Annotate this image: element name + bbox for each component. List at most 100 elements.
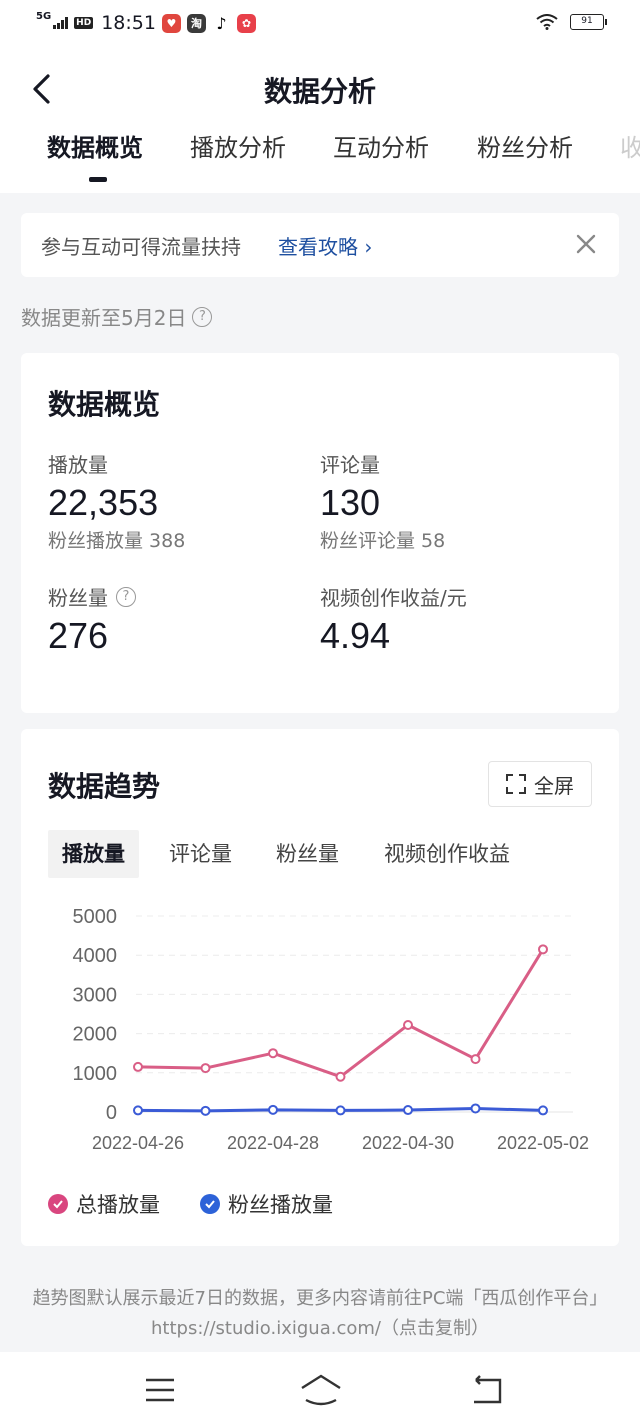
legend-item-fan-plays[interactable]: 粉丝播放量 (200, 1189, 333, 1219)
metric-value: 130 (320, 482, 381, 523)
metric-sub: 粉丝评论量 58 (320, 530, 446, 552)
metric-value: 4.94 (320, 615, 391, 656)
metric-label-text: 粉丝量 (48, 586, 108, 610)
trend-chart: 0 1000 2000 3000 4000 5000 2022-04-26 2022-04-2… (73, 906, 590, 1153)
metric-sub: 粉丝播放量 388 (48, 530, 186, 552)
metric-label: 播放量 (48, 449, 185, 478)
tab-fans-analysis[interactable]: 粉丝分析 (477, 128, 573, 163)
help-icon[interactable]: ? (116, 586, 136, 607)
data-point (133, 1061, 143, 1072)
fullscreen-label: 全屏 (534, 773, 574, 798)
legend-label: 粉丝播放量 (228, 1193, 333, 1217)
metric-label: 粉丝量? (48, 582, 136, 611)
data-point (335, 1071, 346, 1082)
x-tick-label: 2022-05-02 (497, 1133, 589, 1153)
overview-title: 数据概览 (48, 388, 161, 421)
battery-icon: 91 (570, 14, 607, 30)
check-icon (48, 1194, 68, 1214)
wifi-icon (536, 14, 558, 30)
update-note-text: 数据更新至5月2日 (21, 306, 187, 330)
network-type: 5G (36, 11, 52, 22)
data-point (538, 944, 548, 955)
signal-icon (53, 17, 69, 29)
data-point (133, 1105, 143, 1116)
footer-note: 趋势图默认展示最近7日的数据，更多内容请前往PC端「西瓜创作平台」 https:… (0, 1284, 640, 1344)
app-icon: ✿ (236, 13, 256, 33)
series-line-0 (137, 948, 545, 1079)
trend-card: 数据趋势 全屏 播放量 评论量 粉丝量 视频创作收益 0 1000 2000 3000… (21, 729, 619, 1246)
tab-indicator (89, 177, 107, 182)
y-tick-label: 4000 (73, 945, 118, 967)
subtab-plays[interactable]: 播放量 (48, 830, 139, 878)
status-right: 91 (536, 14, 607, 30)
y-tick-label: 3000 (73, 984, 118, 1006)
guide-link[interactable]: 查看攻略 › (278, 231, 372, 260)
y-tick-label: 5000 (73, 906, 118, 928)
metric-label-text: 评论量 (320, 453, 380, 477)
metric-value: 22,353 (48, 482, 159, 523)
status-bar: 5G HD 18:51 ♥ 淘 ♪ ✿ 91 (0, 0, 640, 50)
data-point (470, 1103, 481, 1114)
tab-play-analysis[interactable]: 播放分析 (190, 128, 286, 163)
taobao-heart-icon: ♥ (161, 13, 181, 33)
data-point (403, 1019, 413, 1030)
data-point (335, 1105, 346, 1116)
footer-line: 趋势图默认展示最近7日的数据，更多内容请前往PC端「西瓜创作平台」 (32, 1288, 608, 1309)
tab-overview[interactable]: 数据概览 (47, 128, 143, 163)
hd-badge: HD (74, 17, 94, 29)
banner-text: 参与互动可得流量扶持 (41, 235, 241, 259)
fullscreen-button[interactable]: 全屏 (488, 761, 592, 807)
metric-income: 视频创作收益/元 4.94 (320, 582, 467, 657)
y-tick-label: 2000 (73, 1024, 118, 1046)
chevron-right-icon: › (364, 235, 373, 259)
metric-label-text: 视频创作收益/元 (320, 586, 467, 610)
clock: 18:51 (101, 12, 156, 34)
data-point (403, 1105, 413, 1116)
taobao-icon: 淘 (186, 13, 206, 33)
metric-plays: 播放量 22,353 粉丝播放量 388 (48, 449, 185, 553)
chart-legend: 总播放量 粉丝播放量 (48, 1189, 333, 1219)
home-icon[interactable] (298, 1370, 344, 1410)
tiktok-icon: ♪ (211, 13, 231, 33)
help-icon[interactable]: ? (192, 306, 213, 327)
subtab-comments[interactable]: 评论量 (155, 830, 246, 878)
fullscreen-icon (506, 774, 526, 794)
y-tick-label: 0 (106, 1102, 117, 1124)
metric-label: 评论量 (320, 449, 445, 478)
data-point (268, 1048, 278, 1059)
data-point (470, 1054, 481, 1065)
metric-label-text: 播放量 (48, 453, 108, 477)
legend-item-total-plays[interactable]: 总播放量 (48, 1189, 160, 1219)
copy-url-link[interactable]: https://studio.ixigua.com/（点击复制） (0, 1314, 640, 1344)
data-point (200, 1063, 211, 1074)
x-tick-label: 2022-04-28 (227, 1133, 319, 1153)
legend-label: 总播放量 (76, 1193, 160, 1217)
back-icon[interactable] (466, 1370, 506, 1410)
status-left: 5G HD 18:51 ♥ 淘 ♪ ✿ (36, 12, 256, 34)
metric-comments: 评论量 130 粉丝评论量 58 (320, 449, 445, 553)
data-point (538, 1105, 548, 1116)
subtab-income[interactable]: 视频创作收益 (370, 830, 524, 878)
data-point (200, 1105, 211, 1116)
check-icon (200, 1194, 220, 1214)
close-icon[interactable] (575, 233, 597, 255)
update-note: 数据更新至5月2日 ? (21, 302, 213, 331)
tab-income-partial[interactable]: 收 (620, 128, 640, 163)
system-nav-bar (0, 1352, 640, 1427)
tip-banner: 参与互动可得流量扶持 查看攻略 › (21, 213, 619, 277)
menu-icon[interactable] (140, 1370, 180, 1410)
trend-title: 数据趋势 (48, 770, 161, 803)
subtab-fans[interactable]: 粉丝量 (262, 830, 353, 878)
x-tick-label: 2022-04-30 (362, 1133, 454, 1153)
metric-value: 276 (48, 615, 109, 656)
tab-interaction-analysis[interactable]: 互动分析 (333, 128, 429, 163)
y-tick-label: 1000 (73, 1063, 118, 1085)
header: 数据分析 数据概览 播放分析 互动分析 粉丝分析 收 (0, 50, 640, 193)
x-tick-label: 2022-04-26 (92, 1133, 184, 1153)
page-title: 数据分析 (263, 75, 376, 108)
metric-label: 视频创作收益/元 (320, 582, 467, 611)
metric-fans: 粉丝量? 276 (48, 582, 136, 657)
data-point (268, 1104, 278, 1115)
guide-link-label: 查看攻略 (278, 235, 358, 259)
overview-card: 数据概览 播放量 22,353 粉丝播放量 388 评论量 130 粉丝评论量 … (21, 353, 619, 713)
